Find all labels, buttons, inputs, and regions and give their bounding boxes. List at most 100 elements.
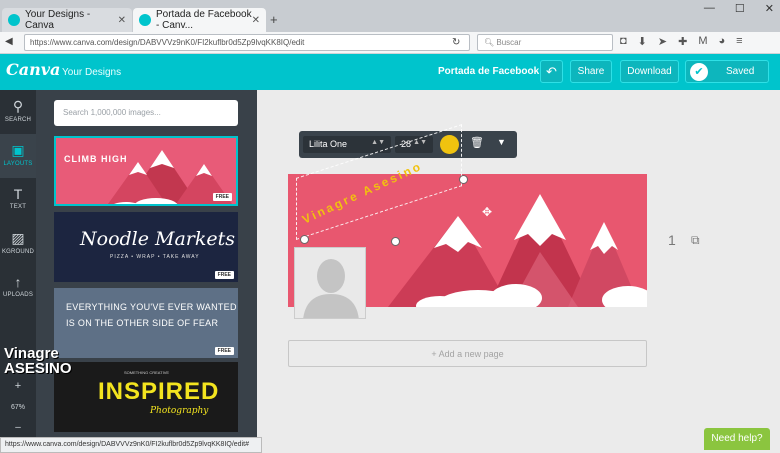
undo-icon: ↶ — [546, 63, 557, 79]
trash-icon[interactable]: 🗑︎ — [470, 136, 484, 149]
zoom-level: 67% — [10, 404, 25, 411]
canva-favicon-icon — [8, 14, 20, 26]
undo-button[interactable]: ↶ — [540, 60, 563, 83]
mountain-illustration — [108, 150, 232, 204]
address-bar[interactable]: https://www.canva.com/design/DABVVVz9nK0… — [24, 34, 470, 51]
rotate-handle[interactable] — [391, 237, 400, 246]
background-icon: ▨ — [11, 230, 25, 246]
layouts-panel: Search 1,000,000 images... CLIMB HIGH FR… — [36, 90, 257, 443]
free-badge: FREE — [214, 271, 234, 279]
search-placeholder: Buscar — [496, 38, 522, 47]
layout-subtitle: Photography — [150, 406, 209, 416]
layout-title: Noodle Markets — [80, 228, 236, 250]
layout-thumbnail-inspired[interactable]: SOMETHING CREATIVE INSPIRED Photography — [54, 362, 238, 432]
design-title[interactable]: Portada de Facebook — [438, 66, 539, 77]
browser-search-input[interactable]: 🔍︎ Buscar — [477, 34, 613, 51]
minimize-icon[interactable]: — — [704, 2, 715, 15]
download-button[interactable]: Download — [620, 60, 679, 83]
rail-label: LAYOUTS — [3, 161, 33, 167]
chevron-down-icon[interactable]: ▼ — [497, 137, 506, 147]
chat-icon[interactable]: ◕ — [718, 35, 725, 48]
rail-label: TEXT — [9, 204, 27, 210]
canva-header: Canva Your Designs Portada de Facebook ↶… — [0, 54, 780, 90]
reload-icon[interactable]: ↻ — [452, 37, 460, 48]
layout-title: CLIMB HIGH — [64, 154, 128, 164]
zoom-in-button[interactable]: + — [0, 380, 36, 392]
rail-label: KGROUND — [1, 249, 35, 255]
copy-page-icon[interactable]: ⧉ — [691, 233, 700, 248]
your-designs-link[interactable]: Your Designs — [62, 67, 121, 78]
font-size-value: 28 — [401, 139, 412, 149]
tab-label: Your Designs - Canva — [25, 9, 91, 31]
text-toolbar: Lilita One ▲▼ 28 ▲▼ 🗑︎ ▼ — [299, 131, 517, 158]
select-arrows-icon: ▲▼ — [413, 139, 427, 146]
resize-handle[interactable] — [459, 175, 468, 184]
add-page-button[interactable]: + Add a new page — [288, 340, 647, 367]
select-arrows-icon: ▲▼ — [371, 139, 385, 146]
font-name: Lilita One — [309, 139, 348, 149]
resize-handle[interactable] — [300, 235, 309, 244]
upload-icon: ↑ — [14, 274, 22, 290]
saved-indicator: ✔ Saved — [685, 60, 769, 83]
canva-logo[interactable]: Canva — [6, 60, 60, 79]
rail-text[interactable]: T TEXT — [0, 178, 36, 222]
tab-portada-facebook[interactable]: Portada de Facebook - Canv... ✕ — [133, 8, 266, 32]
layout-thumbnail-climb-high[interactable]: CLIMB HIGH FREE — [54, 136, 238, 206]
watermark-line-2: ASESINO — [4, 360, 72, 377]
need-help-button[interactable]: Need help? — [704, 428, 770, 450]
watermark-logo: Vinagre ASESINO — [4, 346, 72, 376]
search-icon: 🔍︎ — [484, 38, 497, 47]
tab-your-designs[interactable]: Your Designs - Canva ✕ — [2, 8, 132, 32]
maximize-icon[interactable]: ☐ — [735, 2, 745, 15]
share-button[interactable]: Share — [570, 60, 612, 83]
rail-label: SEARCH — [4, 117, 32, 123]
image-search-input[interactable]: Search 1,000,000 images... — [54, 100, 238, 126]
new-tab-button[interactable]: + — [270, 12, 278, 27]
rail-search[interactable]: ⚲ SEARCH — [0, 90, 36, 134]
layout-thumbnail-quote[interactable]: EVERYTHING YOU'VE EVER WANTED IS ON THE … — [54, 288, 238, 358]
browser-nav-bar: ◀ https://www.canva.com/design/DABVVVz9n… — [0, 32, 780, 54]
send-icon[interactable]: ➤ — [658, 35, 667, 48]
browser-toolbar-icons: ◘ ⬇ ➤ ✚ M ◕ ≡ — [620, 35, 743, 48]
browser-tab-bar: Your Designs - Canva ✕ Portada de Facebo… — [0, 0, 780, 32]
download-icon[interactable]: ⬇ — [638, 35, 647, 48]
free-badge: FREE — [212, 193, 232, 201]
layout-thumbnail-noodle-markets[interactable]: Noodle Markets PIZZA • WRAP • TAKE AWAY … — [54, 212, 238, 282]
pocket-icon[interactable]: ◘ — [620, 35, 627, 48]
font-size-select[interactable]: 28 ▲▼ — [395, 136, 433, 153]
layout-top-text: SOMETHING CREATIVE — [124, 370, 170, 375]
url-text: https://www.canva.com/design/DABVVVz9nK0… — [30, 38, 305, 47]
rail-background[interactable]: ▨ KGROUND — [0, 222, 36, 266]
extension-icon[interactable]: ✚ — [678, 35, 687, 48]
font-family-select[interactable]: Lilita One ▲▼ — [303, 136, 391, 153]
avatar-silhouette-icon — [303, 259, 359, 318]
zoom-out-button[interactable]: – — [0, 422, 36, 433]
saved-label: Saved — [726, 66, 755, 77]
gmail-icon[interactable]: M — [698, 35, 707, 48]
rail-layouts[interactable]: ▣ LAYOUTS — [0, 134, 36, 178]
canva-favicon-icon — [139, 14, 151, 26]
rail-label: UPLOADS — [2, 292, 34, 298]
layout-line-1: EVERYTHING YOU'VE EVER WANTED — [66, 302, 237, 312]
left-rail: ⚲ SEARCH ▣ LAYOUTS T TEXT ▨ KGROUND ↑ UP… — [0, 90, 36, 453]
close-tab-icon[interactable]: ✕ — [252, 15, 260, 26]
layout-line-2: IS ON THE OTHER SIDE OF FEAR — [66, 318, 219, 328]
close-tab-icon[interactable]: ✕ — [118, 15, 126, 26]
move-icon[interactable]: ✥ — [482, 205, 492, 219]
text-icon: T — [13, 186, 23, 202]
close-window-icon[interactable]: ✕ — [765, 2, 774, 15]
layouts-icon: ▣ — [11, 142, 25, 158]
window-controls: — ☐ ✕ — [704, 2, 774, 15]
browser-status-bar: https://www.canva.com/design/DABVVVz9nK0… — [0, 437, 262, 453]
menu-icon[interactable]: ≡ — [736, 35, 742, 48]
layout-subtitle: PIZZA • WRAP • TAKE AWAY — [110, 254, 200, 260]
back-icon[interactable]: ◀ — [5, 36, 13, 47]
check-icon: ✔ — [690, 62, 708, 81]
profile-picture-placeholder[interactable] — [294, 247, 366, 319]
text-color-swatch[interactable] — [440, 135, 459, 154]
tab-label: Portada de Facebook - Canv... — [156, 9, 252, 31]
free-badge: FREE — [214, 347, 234, 355]
rail-uploads[interactable]: ↑ UPLOADS — [0, 266, 36, 310]
search-icon: ⚲ — [12, 98, 24, 114]
page-number: 1 — [668, 232, 676, 248]
